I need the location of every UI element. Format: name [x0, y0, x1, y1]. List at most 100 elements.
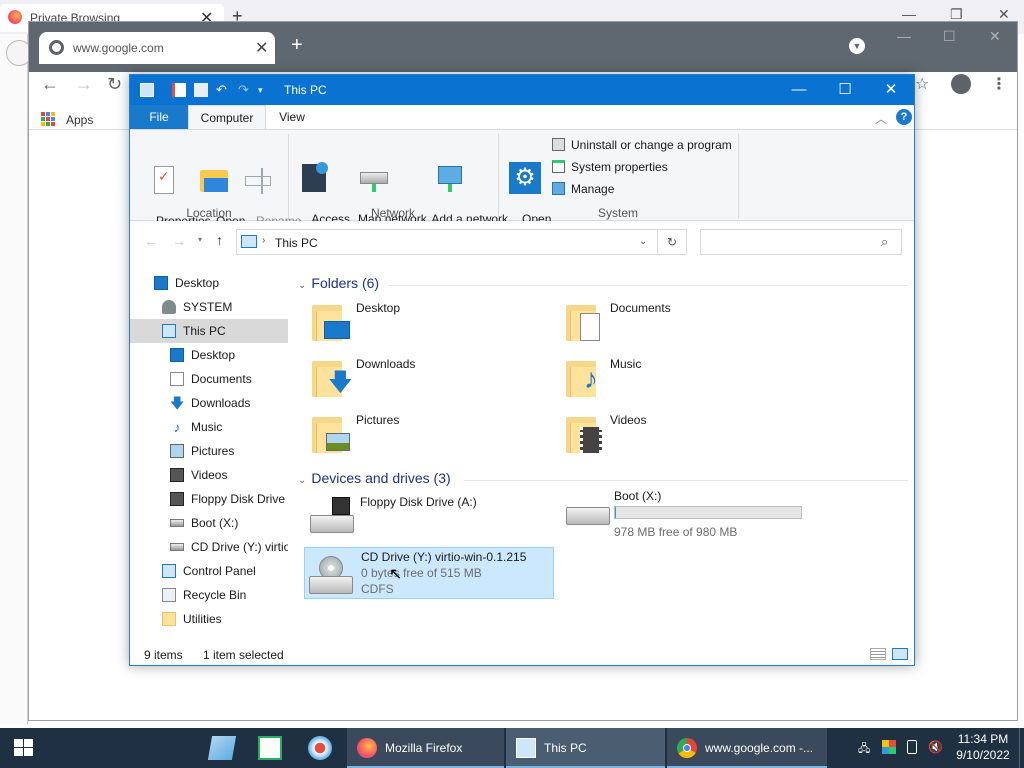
clock-date: 9/10/2022 [956, 748, 1010, 762]
tree-item-desktop[interactable]: Desktop [130, 343, 288, 367]
reload-icon[interactable]: ↻ [107, 74, 122, 95]
tree-item-system[interactable]: SYSTEM [130, 295, 288, 319]
tab-file[interactable]: File [130, 105, 188, 129]
desktop-icon [154, 276, 168, 290]
usb-tray-icon[interactable] [907, 740, 917, 754]
folder-icon [162, 612, 176, 626]
group-system-label: System [597, 206, 638, 220]
apps-bookmark[interactable]: Apps [66, 113, 93, 127]
customize-quick-access-icon[interactable]: ▾ [258, 83, 272, 97]
chrome-tab-title: www.google.com [73, 41, 164, 55]
drive-tile-boot[interactable]: Boot (X:) 978 MB free of 980 MB [554, 487, 914, 543]
up-arrow-icon[interactable]: ↑ [216, 232, 223, 248]
minimize-button[interactable]: — [776, 75, 822, 105]
pinned-chart-app-icon[interactable] [258, 736, 282, 760]
system-clock[interactable]: 11:34 PM 9/10/2022 [948, 731, 1018, 763]
user-icon [162, 300, 176, 314]
apps-grid-icon[interactable] [41, 112, 55, 126]
pinned-paint-app-icon[interactable] [308, 736, 332, 760]
tree-item-this-pc[interactable]: This PC [130, 319, 288, 343]
maximize-button[interactable]: ☐ [822, 75, 868, 105]
properties-quick-icon[interactable] [172, 83, 186, 97]
network-tray-icon[interactable]: 🖧 [858, 740, 872, 755]
close-tab-icon[interactable]: ✕ [255, 38, 268, 58]
tree-item-boot[interactable]: Boot (X:) [130, 511, 288, 535]
collapse-ribbon-icon[interactable]: ︿ [875, 110, 887, 127]
maximize-icon[interactable]: ☐ [943, 28, 956, 45]
minimize-icon[interactable]: — [897, 28, 911, 44]
folder-tile-downloads[interactable]: 🡇 Downloads [300, 353, 550, 405]
tree-item-videos[interactable]: Videos [130, 463, 288, 487]
undo-icon[interactable]: ↶ [216, 83, 230, 97]
profile-avatar-icon[interactable] [951, 74, 971, 94]
system-properties-icon [552, 160, 565, 173]
folder-tile-music[interactable]: ♪ Music [554, 353, 804, 405]
search-input[interactable]: ⌕ [700, 229, 902, 255]
forward-arrow-icon[interactable]: → [172, 233, 186, 249]
drive-tile-cd[interactable]: CD Drive (Y:) virtio-win-0.1.215 0 bytes… [304, 547, 554, 599]
tab-search-icon[interactable]: ▼ [849, 38, 865, 54]
taskbar-item-chrome[interactable]: www.google.com -... [667, 728, 827, 768]
tree-item-cd-drive[interactable]: CD Drive (Y:) virtio [130, 535, 288, 559]
pictures-folder-icon [312, 413, 352, 453]
redo-icon[interactable]: ↷ [238, 83, 252, 97]
folder-tile-desktop[interactable]: Desktop [300, 297, 550, 349]
tree-item-music[interactable]: ♪ Music [130, 415, 288, 439]
refresh-button[interactable]: ↻ [657, 229, 687, 255]
drive-tile-floppy[interactable]: Floppy Disk Drive (A:) [304, 493, 554, 545]
desktop-icon [170, 348, 184, 362]
tree-item-desktop-root[interactable]: Desktop [130, 271, 288, 295]
back-arrow-icon[interactable]: ← [41, 74, 59, 95]
folder-tile-videos[interactable]: Videos [554, 409, 804, 461]
search-icon: ⌕ [881, 234, 889, 249]
ribbon-tabs: File Computer View ︿ ? [130, 105, 914, 130]
firefox-icon [8, 10, 22, 24]
details-view-icon[interactable] [870, 648, 886, 660]
tree-item-downloads[interactable]: 🡇 Downloads [130, 391, 288, 415]
windows-start-icon[interactable] [14, 739, 34, 757]
properties-icon: ✓ [148, 164, 180, 196]
explorer-title-bar[interactable]: ↶ ↷ ▾ This PC — ☐ ✕ [130, 75, 914, 105]
back-arrow-icon[interactable]: ← [144, 233, 158, 249]
tree-item-documents[interactable]: Documents [130, 367, 288, 391]
new-tab-icon[interactable]: + [291, 34, 303, 57]
folder-tile-documents[interactable]: Documents [554, 297, 804, 349]
hard-drive-icon [566, 507, 610, 531]
help-icon[interactable]: ? [896, 109, 912, 125]
tree-item-recycle-bin[interactable]: Recycle Bin [130, 583, 288, 607]
tree-item-pictures[interactable]: Pictures [130, 439, 288, 463]
taskbar-item-firefox[interactable]: Mozilla Firefox [347, 728, 504, 768]
new-folder-quick-icon[interactable] [194, 83, 208, 97]
tree-item-utilities[interactable]: Utilities [130, 607, 288, 631]
manage-button[interactable]: Manage [552, 182, 614, 196]
system-properties-button[interactable]: System properties [552, 160, 668, 174]
floppy-disk-icon [170, 492, 184, 506]
display-tray-icon[interactable] [882, 740, 896, 754]
large-icons-view-icon[interactable] [892, 648, 908, 660]
volume-muted-icon[interactable]: 🔇 [928, 740, 943, 754]
uninstall-program-button[interactable]: Uninstall or change a program [552, 138, 732, 152]
taskbar-item-this-pc[interactable]: This PC [506, 728, 665, 768]
tab-computer[interactable]: Computer [188, 105, 266, 130]
bookmark-star-icon[interactable]: ☆ [915, 74, 929, 94]
forward-arrow-icon[interactable]: → [75, 74, 93, 95]
folder-tile-pictures[interactable]: Pictures [300, 409, 550, 461]
chrome-tab[interactable]: www.google.com ✕ [39, 32, 275, 64]
folders-section-header[interactable]: ⌄ Folders (6) [298, 275, 379, 291]
minimize-icon[interactable]: — [902, 6, 916, 22]
show-desktop-button[interactable] [1019, 728, 1024, 768]
recycle-bin-icon [162, 588, 176, 602]
pinned-app-icon[interactable] [207, 736, 237, 760]
close-icon[interactable]: ✕ [989, 28, 1001, 45]
tree-item-floppy[interactable]: Floppy Disk Drive [130, 487, 288, 511]
hard-drive-icon [170, 519, 184, 527]
address-bar[interactable]: › This PC ⌄ [236, 229, 658, 255]
close-button[interactable]: ✕ [868, 75, 914, 105]
tab-view[interactable]: View [272, 105, 312, 129]
chrome-menu-icon[interactable]: ⋮ [991, 74, 1007, 94]
chevron-right-icon[interactable]: › [262, 235, 265, 246]
chevron-down-icon[interactable]: ⌄ [639, 236, 647, 247]
tree-item-control-panel[interactable]: Control Panel [130, 559, 288, 583]
recent-locations-icon[interactable]: ▾ [198, 235, 202, 244]
devices-section-header[interactable]: ⌄ Devices and drives (3) [298, 470, 451, 486]
